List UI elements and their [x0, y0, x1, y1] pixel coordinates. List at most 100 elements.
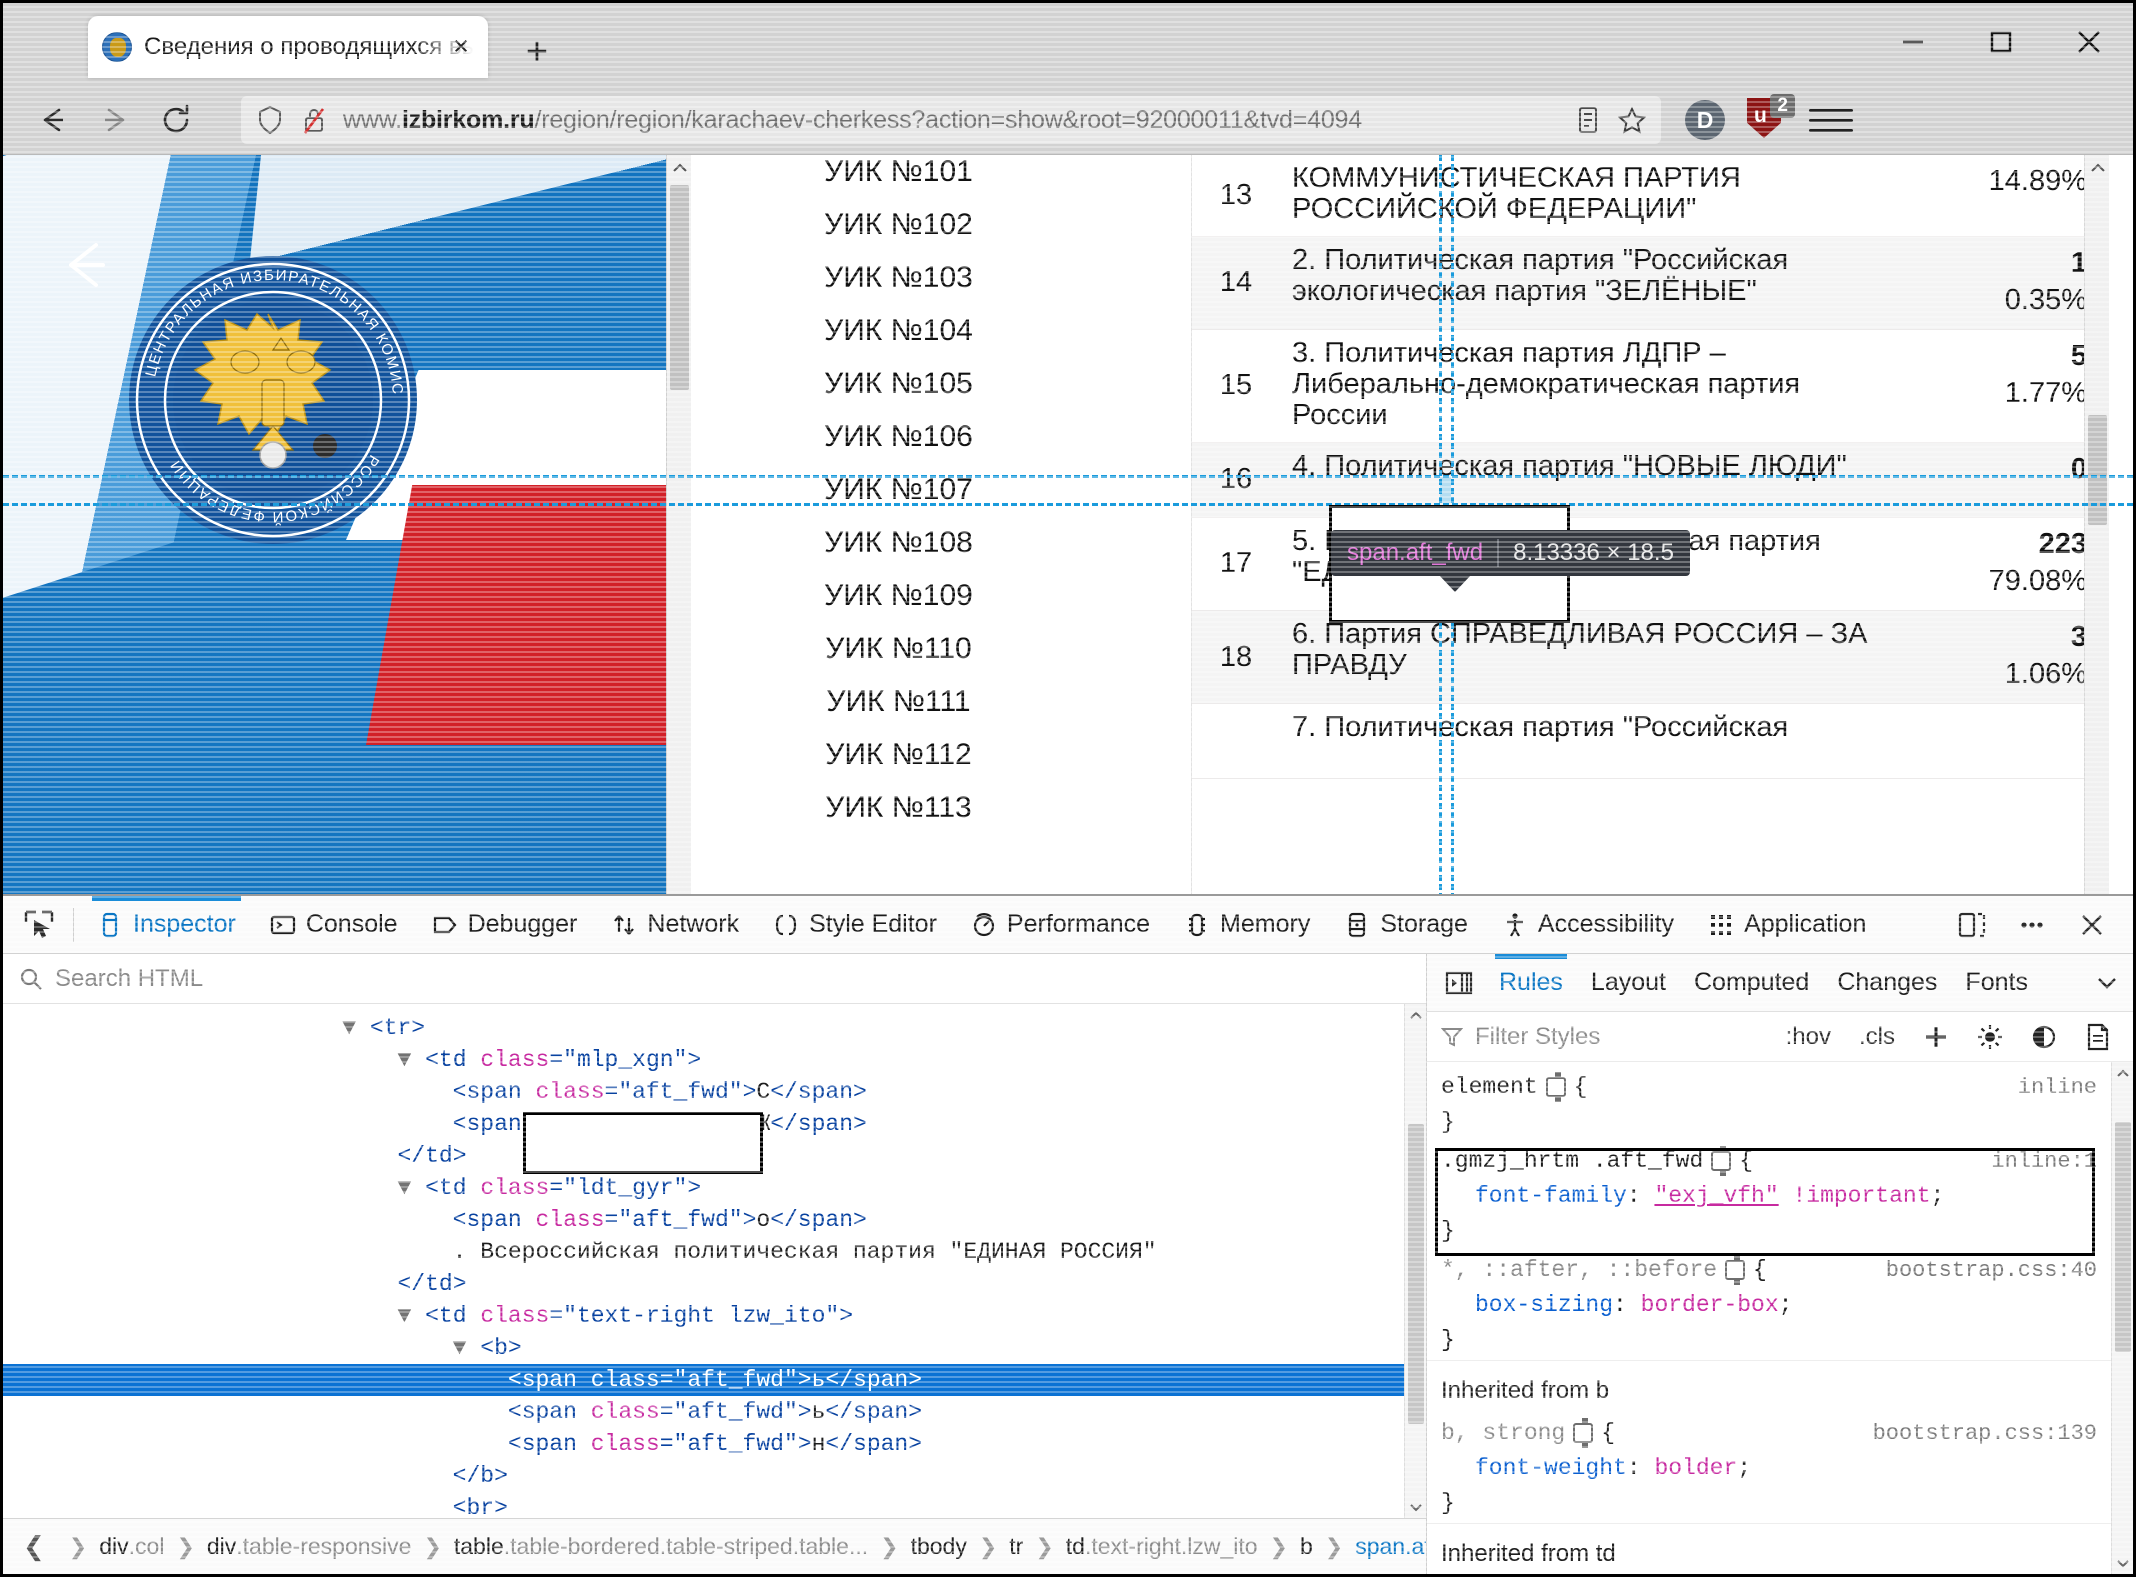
css-selector[interactable]: *, ::after, ::before	[1441, 1257, 1717, 1283]
devtools-tab-network[interactable]: Network	[594, 897, 756, 953]
uik-list-item[interactable]: УИК №103	[736, 251, 1191, 304]
results-scrollbar-thumb[interactable]	[2088, 415, 2107, 525]
rules-filter-placeholder[interactable]: Filter Styles	[1475, 1023, 1766, 1051]
css-property[interactable]: font-weight	[1441, 1455, 1627, 1481]
devtools-tab-storage[interactable]: Storage	[1327, 897, 1485, 953]
breadcrumb-item[interactable]: ❯ td .text-right.lzw_ito	[1023, 1533, 1257, 1560]
breadcrumb-item[interactable]: ❯ div .table-responsive	[164, 1533, 411, 1560]
rules-list[interactable]: inline element {} inline:1 .gmzj_hrtm .aft_f…	[1427, 1062, 2133, 1574]
uik-list-item[interactable]: УИК №108	[736, 516, 1191, 569]
forward-button[interactable]	[87, 92, 143, 148]
results-scroll-up-icon[interactable]	[2085, 155, 2109, 180]
toggle-sidebar-icon[interactable]	[1433, 957, 1485, 1009]
rules-tab-changes[interactable]: Changes	[1823, 955, 1951, 1011]
uik-list-item[interactable]: УИК №106	[736, 410, 1191, 463]
new-tab-button[interactable]: +	[516, 32, 558, 74]
markup-line[interactable]: <br>	[3, 1492, 1426, 1518]
back-button[interactable]	[25, 92, 81, 148]
css-rule[interactable]: bootstrap.css:139 b, strong {font-weight: …	[1427, 1414, 2133, 1523]
breadcrumb-item[interactable]: ❯ table .table-bordered.table-striped.tabl…	[411, 1533, 868, 1560]
rule-toggle-icon[interactable]	[1545, 1071, 1566, 1102]
rules-tab-computed[interactable]: Computed	[1680, 955, 1823, 1011]
markup-line[interactable]: <span class="aft_fwd">Ж</span>	[3, 1108, 1426, 1140]
breadcrumb-item[interactable]: ❯ tbody	[868, 1533, 967, 1560]
uik-list-item[interactable]: УИК №112	[736, 728, 1191, 781]
devtools-tab-performance[interactable]: Performance	[954, 897, 1167, 953]
devtools-tab-inspector[interactable]: Inspector	[80, 895, 253, 953]
css-value[interactable]: "exj_vfh"	[1654, 1183, 1778, 1209]
css-value[interactable]: bolder	[1654, 1455, 1737, 1481]
css-property[interactable]: box-sizing	[1441, 1292, 1613, 1318]
expand-twisty-icon[interactable]: ▼	[397, 1303, 425, 1329]
markup-scroll-up-icon[interactable]	[1405, 1004, 1426, 1026]
css-selector[interactable]: .gmzj_hrtm .aft_fwd	[1441, 1148, 1703, 1174]
breadcrumb-scroll-left-icon[interactable]: ❮	[13, 1531, 55, 1562]
css-rule-source[interactable]: bootstrap.css:40	[1886, 1253, 2097, 1288]
add-rule-icon[interactable]	[1915, 1016, 1957, 1058]
markup-line[interactable]: ▼ <tr>	[3, 1012, 1426, 1044]
reload-button[interactable]	[149, 92, 205, 148]
uik-list-item[interactable]: УИК №102	[736, 198, 1191, 251]
maximize-button[interactable]	[1957, 3, 2045, 81]
rules-scroll-down-icon[interactable]	[2112, 1552, 2133, 1574]
uik-list-item[interactable]: УИК №107	[736, 463, 1191, 516]
rules-tab-fonts[interactable]: Fonts	[1951, 955, 2042, 1011]
search-html-bar[interactable]: Search HTML	[3, 954, 1426, 1004]
rule-toggle-icon[interactable]	[1573, 1417, 1594, 1448]
devtools-close-icon[interactable]	[2065, 899, 2119, 951]
css-declaration[interactable]: box-sizing: border-box;	[1441, 1288, 2117, 1323]
markup-scroll-down-icon[interactable]	[1405, 1496, 1426, 1518]
markup-line[interactable]: <span class="aft_fwd">ь</span>	[3, 1396, 1426, 1428]
markup-line[interactable]: . Всероссийская политическая партия "ЕДИ…	[3, 1236, 1426, 1268]
css-rule-source[interactable]: inline	[2018, 1070, 2097, 1105]
markup-scrollbar[interactable]	[1404, 1004, 1426, 1518]
rules-tab-layout[interactable]: Layout	[1577, 955, 1680, 1011]
banner-scroll-up-icon[interactable]	[667, 155, 692, 180]
css-selector[interactable]: element	[1441, 1074, 1538, 1100]
breadcrumb-item[interactable]: ❯ div .col	[57, 1533, 165, 1560]
uik-list-item[interactable]: УИК №101	[736, 155, 1191, 198]
shield-icon[interactable]	[255, 105, 285, 135]
dark-theme-icon[interactable]	[2023, 1016, 2065, 1058]
breadcrumb-item[interactable]: ❯ tr	[967, 1533, 1024, 1560]
devtools-tab-style-editor[interactable]: Style Editor	[756, 897, 954, 953]
uik-list-item[interactable]: УИК №105	[736, 357, 1191, 410]
markup-line[interactable]: <span class="aft_fwd">С</span>	[3, 1076, 1426, 1108]
css-rule-source[interactable]: bootstrap.css:139	[1873, 1416, 2097, 1451]
css-rule[interactable]: bootstrap.css:40 *, ::after, ::before {box…	[1427, 1251, 2133, 1360]
tab-close-icon[interactable]: ×	[446, 32, 476, 62]
rules-scrollbar[interactable]	[2111, 1062, 2133, 1574]
markup-tree[interactable]: ▼ <tr> ▼ <td class="mlp_xgn"> <span clas…	[3, 1004, 1426, 1518]
expand-twisty-icon[interactable]: ▼	[453, 1335, 481, 1361]
rules-scroll-up-icon[interactable]	[2112, 1062, 2133, 1084]
css-rule-source[interactable]: inline:1	[1991, 1144, 2097, 1179]
rules-tab-rules[interactable]: Rules	[1485, 953, 1577, 1011]
devtools-tab-debugger[interactable]: Debugger	[415, 897, 595, 953]
markup-line-selected[interactable]: <span class="aft_fwd">ь</span>	[3, 1364, 1426, 1396]
breadcrumb-item[interactable]: ❯ b	[1258, 1533, 1313, 1560]
hover-states-button[interactable]: :hov	[1778, 1023, 1839, 1051]
breadcrumb-item[interactable]: ❯ span.aft_fwd	[1313, 1533, 1426, 1560]
css-declaration[interactable]: font-family: "exj_vfh" !important;	[1441, 1179, 2117, 1214]
light-theme-icon[interactable]	[1969, 1016, 2011, 1058]
browser-tab[interactable]: Сведения о проводящихся выб ×	[88, 16, 488, 78]
markup-line[interactable]: <span class="aft_fwd">o</span>	[3, 1204, 1426, 1236]
uik-list-item[interactable]: УИК №113	[736, 781, 1191, 834]
close-button[interactable]	[2045, 3, 2133, 81]
markup-line[interactable]: ▼ <td class="text-right lzw_ito">	[3, 1300, 1426, 1332]
element-picker-icon[interactable]	[11, 899, 67, 951]
markup-line[interactable]: ▼ <b>	[3, 1332, 1426, 1364]
css-rule[interactable]: inline:1 .gmzj_hrtm .aft_fwd {font-family:…	[1427, 1142, 2133, 1251]
banner-scrollbar-thumb[interactable]	[670, 185, 689, 390]
profile-avatar[interactable]: D	[1685, 100, 1725, 140]
devtools-tab-memory[interactable]: Memory	[1167, 897, 1327, 953]
css-value[interactable]: border-box	[1641, 1292, 1779, 1318]
print-styles-icon[interactable]	[2077, 1016, 2119, 1058]
rule-toggle-icon[interactable]	[1725, 1254, 1746, 1285]
address-bar[interactable]: www.izbirkom.ru/region/region/karachaev-…	[241, 96, 1661, 144]
page-back-arrow-icon[interactable]	[51, 230, 121, 300]
uik-list-item[interactable]: УИК №104	[736, 304, 1191, 357]
split-console-icon[interactable]	[1945, 899, 1999, 951]
markup-line[interactable]: </td>	[3, 1268, 1426, 1300]
minimize-button[interactable]	[1869, 3, 1957, 81]
